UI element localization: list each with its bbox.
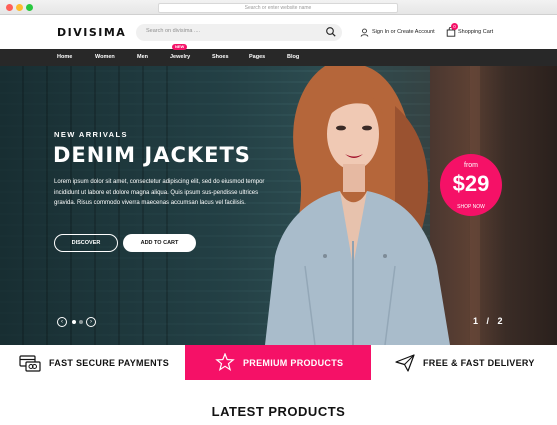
hero-description: Lorem ipsum dolor sit amet, consectetur … [54, 179, 265, 206]
paper-plane-icon [395, 353, 415, 372]
main-navigation: Home Women Men Jewelry Shoes Pages Blog [0, 49, 557, 66]
discover-button[interactable]: DISCOVER [54, 234, 118, 252]
feature-free-delivery: FREE & FAST DELIVERY [371, 345, 557, 380]
search-icon[interactable] [325, 26, 337, 38]
nav-item-shoes[interactable]: Shoes [212, 49, 229, 66]
search-input[interactable]: Search on divisima .... [146, 28, 200, 34]
price-from-label: from [464, 162, 478, 169]
site-logo[interactable]: DIVISIMA [57, 26, 126, 39]
slider-prev-button[interactable]: ‹ [57, 317, 67, 327]
cart-count-badge: 0 [451, 23, 458, 30]
shop-now-link[interactable]: SHOP NOW [440, 204, 502, 210]
nav-item-jewelry[interactable]: Jewelry [170, 49, 190, 66]
feature-label: FAST SECURE PAYMENTS [49, 357, 170, 368]
shopping-cart-link[interactable]: 0 Shopping Cart [446, 23, 494, 38]
card-payment-icon [19, 354, 41, 372]
site-header: DIVISIMA Search on divisima .... Sign In… [0, 16, 557, 49]
features-bar: FAST SECURE PAYMENTS PREMIUM PRODUCTS FR… [0, 345, 557, 380]
slide-counter: 1 / 2 [473, 316, 506, 326]
new-badge: NEW [172, 44, 188, 50]
hero-title: DENIM JACKETS [53, 143, 251, 167]
minimize-window-button[interactable] [16, 4, 23, 11]
browser-toolbar: Search or enter website name [0, 0, 557, 15]
search-bar[interactable]: Search on divisima .... [136, 24, 342, 41]
slider-dot-active[interactable] [72, 320, 76, 324]
section-title: LATEST PRODUCTS [211, 404, 346, 419]
account-link[interactable]: Sign In or Create Account [360, 27, 435, 37]
slider-dot[interactable] [79, 320, 83, 324]
maximize-window-button[interactable] [26, 4, 33, 11]
account-label: Sign In or Create Account [372, 29, 435, 35]
address-bar[interactable]: Search or enter website name [158, 3, 398, 13]
price-value: $29 [452, 171, 490, 196]
hero-subtitle: NEW ARRIVALS [54, 130, 128, 139]
cart-label: Shopping Cart [458, 29, 494, 35]
star-badge-icon [215, 352, 235, 371]
nav-item-home[interactable]: Home [57, 49, 72, 66]
nav-item-women[interactable]: Women [95, 49, 115, 66]
nav-item-pages[interactable]: Pages [249, 49, 265, 66]
close-window-button[interactable] [6, 4, 13, 11]
add-to-cart-button[interactable]: ADD TO CART [123, 234, 196, 252]
nav-item-men[interactable]: Men [137, 49, 148, 66]
slider-next-button[interactable]: › [86, 317, 96, 327]
feature-label: PREMIUM PRODUCTS [243, 357, 344, 368]
feature-label: FREE & FAST DELIVERY [423, 357, 535, 368]
feature-secure-payments: FAST SECURE PAYMENTS [0, 345, 185, 380]
price-badge[interactable]: from $29 SHOP NOW [440, 154, 502, 216]
hero-model-image [265, 66, 450, 345]
nav-item-blog[interactable]: Blog [287, 49, 299, 66]
feature-premium-products: PREMIUM PRODUCTS [185, 345, 371, 380]
user-icon [360, 28, 369, 37]
